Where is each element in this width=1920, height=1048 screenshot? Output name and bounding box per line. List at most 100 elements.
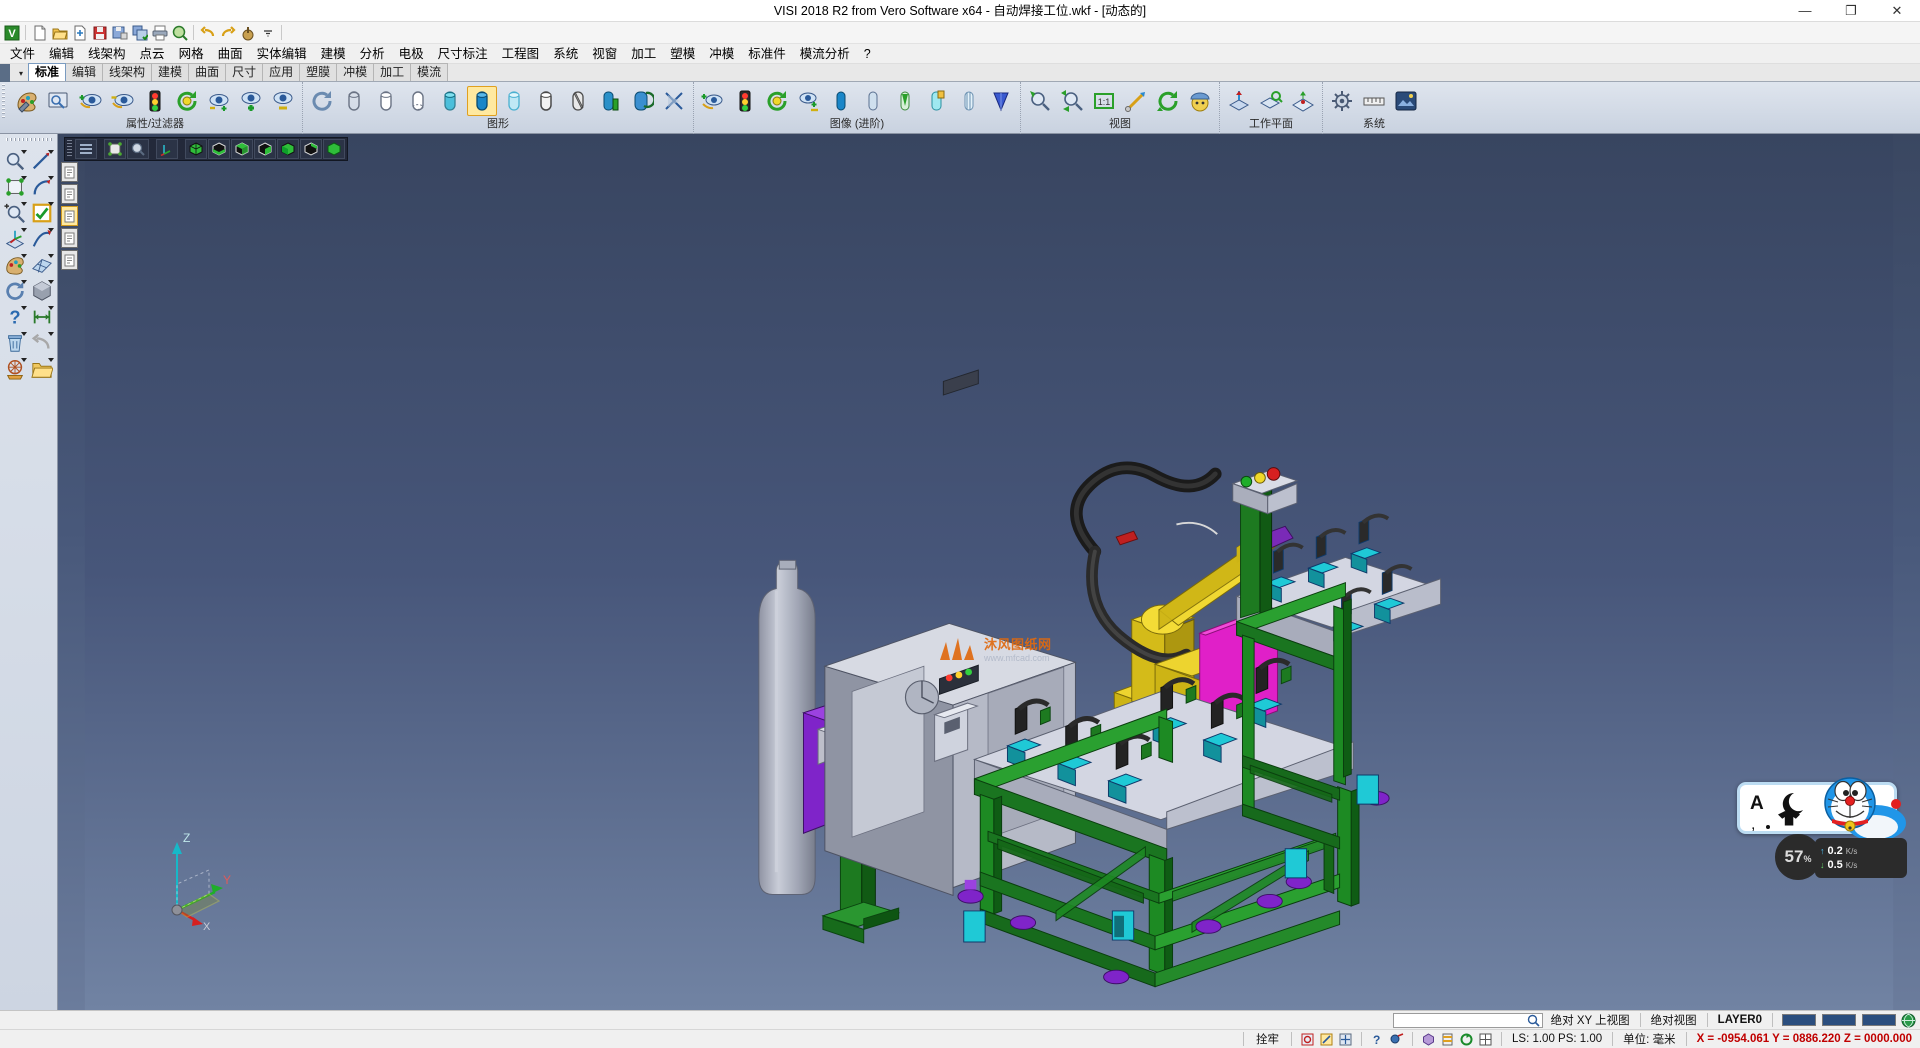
zoom-window-icon[interactable] (127, 139, 149, 159)
dropdown-caret-icon[interactable] (21, 150, 27, 154)
snap-rotate-icon[interactable] (1457, 1031, 1476, 1048)
menu-item-7[interactable]: 建模 (314, 44, 353, 64)
bounding-box-icon[interactable] (2, 174, 29, 200)
visibility-plusminus-icon[interactable] (794, 86, 824, 116)
ribbon-tab-9[interactable]: 加工 (373, 63, 411, 81)
tab-overflow-arrow[interactable]: ▾ (14, 65, 28, 81)
shade-style-1-icon[interactable] (826, 86, 856, 116)
layer-manager-icon[interactable] (44, 86, 74, 116)
menu-item-14[interactable]: 加工 (624, 44, 663, 64)
color-swatch-1[interactable] (1782, 1014, 1816, 1026)
delete-trash-icon[interactable] (2, 330, 29, 356)
menu-item-2[interactable]: 线架构 (81, 44, 133, 64)
undo-arrow-icon[interactable] (29, 330, 56, 356)
dock-tab-properties[interactable] (61, 162, 78, 182)
system-config-icon[interactable] (1327, 86, 1357, 116)
desktop-widget[interactable]: A , (1737, 782, 1912, 882)
zoom-tool-icon[interactable] (2, 148, 29, 174)
menu-item-4[interactable]: 网格 (172, 44, 211, 64)
rail-grip[interactable] (6, 138, 52, 145)
rotate-shade-icon[interactable] (627, 86, 657, 116)
section-view-icon[interactable] (563, 86, 593, 116)
menu-item-1[interactable]: 编辑 (42, 44, 81, 64)
dropdown-caret-icon[interactable] (48, 150, 54, 154)
dropdown-caret-icon[interactable] (48, 228, 54, 232)
rotate-view-icon[interactable] (1153, 86, 1183, 116)
menu-item-3[interactable]: 点云 (133, 44, 172, 64)
ribbon-tab-8[interactable]: 冲模 (336, 63, 374, 81)
workplane-manager-icon[interactable] (1256, 86, 1286, 116)
hidden-line-icon[interactable] (371, 86, 401, 116)
workplane-axis-icon[interactable] (2, 226, 29, 252)
menu-item-15[interactable]: 塑模 (663, 44, 702, 64)
render-quality-icon[interactable] (595, 86, 625, 116)
snap-layer-icon[interactable] (1438, 1031, 1457, 1048)
shade-style-4-icon[interactable] (922, 86, 952, 116)
snap-lock-label[interactable]: 拴牢 (1250, 1030, 1285, 1048)
view-shaded-icon[interactable] (323, 139, 345, 159)
shade-style-3-icon[interactable] (890, 86, 920, 116)
dropdown-caret-icon[interactable] (48, 176, 54, 180)
menu-item-17[interactable]: 标准件 (741, 44, 793, 64)
fit-window-icon[interactable] (104, 139, 126, 159)
view-front-icon[interactable] (208, 139, 230, 159)
menu-item-5[interactable]: 曲面 (211, 44, 250, 64)
blank-remove-icon[interactable] (268, 86, 298, 116)
ribbon-grip[interactable] (2, 84, 7, 118)
open-folder-icon[interactable] (29, 356, 56, 382)
menu-item-6[interactable]: 实体编辑 (250, 44, 314, 64)
edit-curve-icon[interactable] (29, 226, 56, 252)
menu-item-0[interactable]: 文件 (3, 44, 42, 64)
shaded-transparent-icon[interactable] (499, 86, 529, 116)
workplane-define-icon[interactable] (1224, 86, 1254, 116)
show-remove-icon[interactable] (108, 86, 138, 116)
ribbon-tab-10[interactable]: 模流 (410, 63, 448, 81)
dropdown-caret-icon[interactable] (48, 306, 54, 310)
dropdown-caret-icon[interactable] (48, 358, 54, 362)
shade-style-6-icon[interactable] (986, 86, 1016, 116)
view-back-icon[interactable] (300, 139, 322, 159)
color-palette-icon[interactable] (2, 252, 29, 278)
ribbon-tab-6[interactable]: 应用 (262, 63, 300, 81)
refresh-view-icon[interactable] (172, 86, 202, 116)
view-toolbar-grip[interactable] (67, 140, 72, 158)
list-view-icon[interactable] (75, 139, 97, 159)
show-add-icon[interactable] (76, 86, 106, 116)
analysis-tool-icon[interactable] (2, 356, 29, 382)
traffic-light-filter-icon[interactable] (140, 86, 170, 116)
customize-qat-icon[interactable] (258, 23, 277, 42)
menu-item-8[interactable]: 分析 (353, 44, 392, 64)
check-approve-icon[interactable] (29, 200, 56, 226)
dropdown-caret-icon[interactable] (21, 306, 27, 310)
dock-tab-history[interactable] (61, 228, 78, 248)
redo-icon[interactable] (218, 23, 237, 42)
menu-item-10[interactable]: 尺寸标注 (431, 44, 495, 64)
view-right-icon[interactable] (254, 139, 276, 159)
app-logo-icon[interactable]: V (2, 23, 21, 42)
open-file-icon[interactable] (50, 23, 69, 42)
hidden-line-dashed-icon[interactable] (403, 86, 433, 116)
dropdown-caret-icon[interactable] (48, 280, 54, 284)
grid-plane-icon[interactable] (29, 252, 56, 278)
help-query-icon[interactable]: ? (2, 304, 29, 330)
minimize-button[interactable]: — (1782, 0, 1828, 22)
save-as-icon[interactable] (110, 23, 129, 42)
draw-arc-icon[interactable] (29, 174, 56, 200)
view-left-icon[interactable] (277, 139, 299, 159)
menu-item-19[interactable]: ? (857, 44, 878, 64)
dropdown-caret-icon[interactable] (48, 254, 54, 258)
menu-item-16[interactable]: 冲模 (702, 44, 741, 64)
dropdown-caret-icon[interactable] (48, 202, 54, 206)
rendering-icon[interactable] (238, 23, 257, 42)
snap-nearest-icon[interactable] (1387, 1031, 1406, 1048)
draw-line-icon[interactable] (29, 148, 56, 174)
color-swatch-3[interactable] (1862, 1014, 1896, 1026)
ribbon-tab-7[interactable]: 塑膜 (299, 63, 337, 81)
3d-viewport[interactable]: 沐风图纸网 www.mfcad.com Z Y X (58, 134, 1920, 1010)
undo-icon[interactable] (198, 23, 217, 42)
ribbon-tab-4[interactable]: 曲面 (188, 63, 226, 81)
view-top-icon[interactable] (231, 139, 253, 159)
menu-item-12[interactable]: 系统 (546, 44, 585, 64)
widget-card[interactable]: A , (1737, 782, 1897, 834)
view-mode-label[interactable]: 绝对 XY 上视图 (1547, 1012, 1634, 1028)
